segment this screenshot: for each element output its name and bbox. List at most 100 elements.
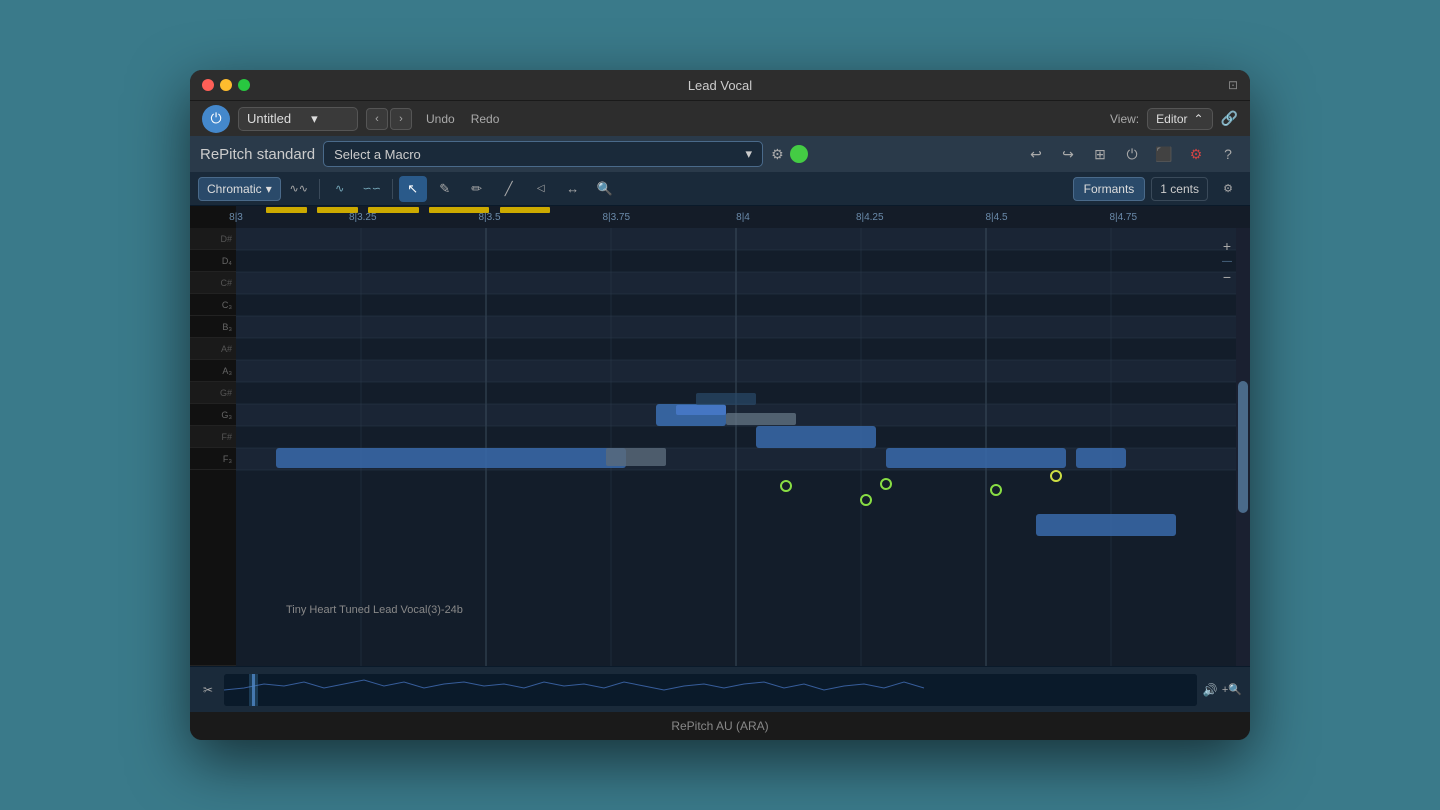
project-dropdown[interactable]: Untitled ▾ <box>238 107 358 131</box>
expand-icon[interactable]: ⊡ <box>1228 78 1238 92</box>
timeline-row: 8|3 8|3.25 8|3.5 8|3.75 8|4 8|4.25 8|4.5… <box>190 206 1250 228</box>
key-g3: G₃ <box>190 404 236 426</box>
track-label: Tiny Heart Tuned Lead Vocal(3)-24b <box>286 604 463 616</box>
filter-icon[interactable]: ⚙ <box>771 146 784 163</box>
timeline-marker-0: 8|3 <box>229 212 243 223</box>
title-bar-right: ⊡ <box>1228 76 1238 94</box>
scale-label: Chromatic <box>207 182 262 196</box>
key-asharp: A# <box>190 338 236 360</box>
view-dropdown-arrow: ⌃ <box>1194 112 1204 126</box>
link-icon[interactable]: 🔗 <box>1221 110 1238 127</box>
wave-tool-2[interactable]: ∽∽ <box>358 176 386 202</box>
dropdown-arrow: ▾ <box>311 111 318 127</box>
erase-tool-button[interactable]: ◁ <box>527 176 555 202</box>
nav-arrows: ‹ › <box>366 108 412 130</box>
settings-plugin-button[interactable]: ⚙ <box>1184 142 1208 166</box>
waveform-strip: ✂ 🔊 +🔍 <box>190 666 1250 712</box>
humanize-tool-button[interactable]: ∿∿ <box>285 176 313 202</box>
waveform-zoom-plus[interactable]: +🔍 <box>1222 683 1242 696</box>
timeline-marker-3: 8|3.75 <box>602 212 630 223</box>
project-name: Untitled <box>247 111 291 126</box>
macro-actions: ⚙ <box>771 145 808 163</box>
status-dot <box>790 145 808 163</box>
macro-dropdown-arrow: ▾ <box>746 146 753 162</box>
timeline-marker-4: 8|4 <box>736 212 750 223</box>
zoom-icon-area: + — − <box>1222 238 1232 285</box>
draw-free-tool-button[interactable]: ✏ <box>463 176 491 202</box>
timeline-marker-6: 8|4.5 <box>985 212 1007 223</box>
title-bar: Lead Vocal ⊡ <box>190 70 1250 100</box>
power-plugin-button[interactable]: ⏻ <box>1120 142 1144 166</box>
key-extra <box>190 470 236 666</box>
bottom-bar: RePitch AU (ARA) <box>190 712 1250 740</box>
select-tool-button[interactable]: ↖ <box>399 176 427 202</box>
waveform-scissors-button[interactable]: ✂ <box>198 680 218 700</box>
view-label: View: <box>1110 112 1139 126</box>
traffic-lights <box>202 79 250 91</box>
help-plugin-button[interactable]: ? <box>1216 142 1240 166</box>
fullscreen-button[interactable] <box>238 79 250 91</box>
redo-button[interactable]: Redo <box>465 110 506 128</box>
main-window: Lead Vocal ⊡ ⏻ Untitled ▾ ‹ › Undo Redo … <box>190 70 1250 740</box>
pencil-tool-button[interactable]: ✎ <box>431 176 459 202</box>
minimize-button[interactable] <box>220 79 232 91</box>
app-toolbar: ⏻ Untitled ▾ ‹ › Undo Redo View: Editor … <box>190 100 1250 136</box>
piano-keys: D# D₄ C# C₃ B₃ A# A₃ G# G₃ F# F₃ <box>190 228 236 666</box>
undo-button[interactable]: Undo <box>420 110 461 128</box>
forward-button[interactable]: › <box>390 108 412 130</box>
repitch-logo: RePitch standard <box>200 146 315 163</box>
zoom-out-button[interactable]: − <box>1223 269 1231 285</box>
piano-roll: 8|3 8|3.25 8|3.5 8|3.75 8|4 8|4.25 8|4.5… <box>190 206 1250 712</box>
timeline-marker-7: 8|4.75 <box>1109 212 1137 223</box>
stretch-tool-button[interactable]: ↔ <box>559 176 587 202</box>
key-c3: C₃ <box>190 294 236 316</box>
waveform-svg <box>224 674 1197 706</box>
macro-placeholder: Select a Macro <box>334 147 421 162</box>
line-tool-button[interactable]: ╱ <box>495 176 523 202</box>
view-mode: Editor <box>1156 112 1187 126</box>
key-f3: F₃ <box>190 448 236 470</box>
redo-plugin-button[interactable]: ↪ <box>1056 142 1080 166</box>
key-a3: A₃ <box>190 360 236 382</box>
clip-marker <box>500 207 551 213</box>
undo-plugin-button[interactable]: ↩ <box>1024 142 1048 166</box>
zoom-in-button[interactable]: + <box>1223 238 1231 254</box>
scrollbar-thumb[interactable] <box>1238 381 1248 512</box>
macro-dropdown[interactable]: Select a Macro ▾ <box>323 141 763 167</box>
grid-plugin-button[interactable]: ⊞ <box>1088 142 1112 166</box>
waveform-zoom-icon[interactable]: 🔊 <box>1203 683 1218 697</box>
piano-roll-inner: D# D₄ C# C₃ B₃ A# A₃ G# G₃ F# F₃ <box>190 228 1250 666</box>
editor-toolbar-right: Formants 1 cents ⚙ <box>1073 176 1242 202</box>
key-b3: B₃ <box>190 316 236 338</box>
plugin-bar: RePitch standard Select a Macro ▾ ⚙ ↩ ↪ … <box>190 136 1250 172</box>
grid-area[interactable]: Tiny Heart Tuned Lead Vocal(3)-24b + — − <box>236 228 1250 666</box>
wave-tool-1[interactable]: ∿ <box>326 176 354 202</box>
zoom-controls: 🔊 +🔍 <box>1203 683 1242 697</box>
timeline-markers: 8|3 8|3.25 8|3.5 8|3.75 8|4 8|4.25 8|4.5… <box>236 206 1250 228</box>
undo-redo-group: Undo Redo <box>420 110 505 128</box>
window-title: Lead Vocal <box>688 78 752 93</box>
magnify-tool-button[interactable]: 🔍 <box>591 176 619 202</box>
view-dropdown[interactable]: Editor ⌃ <box>1147 108 1212 130</box>
pianoroll-canvas: Tiny Heart Tuned Lead Vocal(3)-24b <box>236 228 1236 666</box>
waveform-view[interactable] <box>224 674 1197 706</box>
tool-separator-2 <box>392 179 393 199</box>
cents-display: 1 cents <box>1151 177 1208 201</box>
plugin-bar-right: ↩ ↪ ⊞ ⏻ ⬛ ⚙ ? <box>1024 142 1240 166</box>
scale-dropdown[interactable]: Chromatic ▾ <box>198 177 281 201</box>
extra-settings-button[interactable]: ⚙ <box>1214 176 1242 202</box>
timeline-marker-1: 8|3.25 <box>349 212 377 223</box>
key-gsharp: G# <box>190 382 236 404</box>
vertical-scrollbar[interactable] <box>1236 228 1250 666</box>
key-csharp: C# <box>190 272 236 294</box>
zoom-divider: — <box>1222 256 1232 267</box>
monitor-plugin-button[interactable]: ⬛ <box>1152 142 1176 166</box>
scale-dropdown-arrow: ▾ <box>266 182 272 196</box>
formants-button[interactable]: Formants <box>1073 177 1146 201</box>
close-button[interactable] <box>202 79 214 91</box>
key-d5: D₄ <box>190 250 236 272</box>
back-button[interactable]: ‹ <box>366 108 388 130</box>
power-button[interactable]: ⏻ <box>202 105 230 133</box>
editor-toolbar: Chromatic ▾ ∿∿ ∿ ∽∽ ↖ ✎ ✏ ╱ ◁ ↔ 🔍 Forman… <box>190 172 1250 206</box>
tool-separator-1 <box>319 179 320 199</box>
